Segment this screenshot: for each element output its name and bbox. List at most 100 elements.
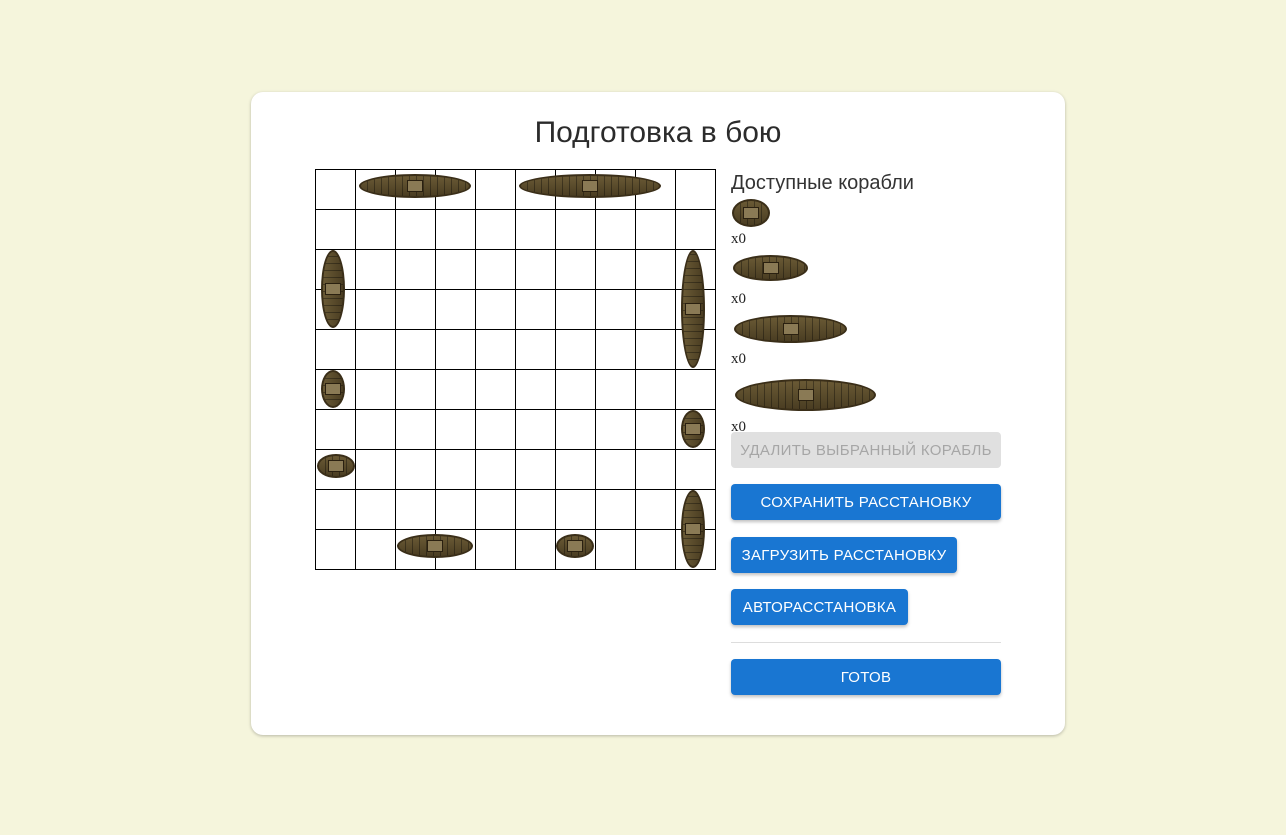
board-cell[interactable] [474,328,516,370]
board-cell[interactable] [354,408,396,450]
board-cell[interactable] [514,368,556,410]
board-cell[interactable] [474,488,516,530]
board-cell[interactable] [314,528,356,570]
board-cell[interactable] [674,168,716,210]
board-cell[interactable] [434,208,476,250]
board-cell[interactable] [634,248,676,290]
board-cell[interactable] [474,528,516,570]
placed-ship[interactable] [681,250,705,368]
board-cell[interactable] [634,288,676,330]
placed-ship[interactable] [556,534,594,558]
board-cell[interactable] [434,328,476,370]
available-ship-size-1[interactable]: x0 [731,199,1001,247]
board-cell[interactable] [514,448,556,490]
board-cell[interactable] [474,288,516,330]
board-cell[interactable] [434,248,476,290]
available-ship-size-4[interactable]: x0 [731,375,1001,435]
placed-ship[interactable] [519,174,661,198]
board-cell[interactable] [514,408,556,450]
board-cell[interactable] [314,408,356,450]
load-placement-button[interactable]: ЗАГРУЗИТЬ РАССТАНОВКУ [731,537,957,573]
board-cell[interactable] [314,328,356,370]
board-cell[interactable] [634,448,676,490]
board-cell[interactable] [634,408,676,450]
auto-placement-button[interactable]: АВТОРАССТАНОВКА [731,589,908,625]
board-cell[interactable] [394,408,436,450]
board-cell[interactable] [474,448,516,490]
board-cell[interactable] [354,368,396,410]
board-cell[interactable] [594,488,636,530]
board-cell[interactable] [594,288,636,330]
placed-ship[interactable] [681,490,705,568]
board-cell[interactable] [434,488,476,530]
placed-ship[interactable] [681,410,705,448]
board-cell[interactable] [634,528,676,570]
board-cell[interactable] [394,288,436,330]
board-cell[interactable] [474,168,516,210]
board-cell[interactable] [674,368,716,410]
board-cell[interactable] [554,408,596,450]
game-board[interactable] [314,168,716,570]
ready-button[interactable]: ГОТОВ [731,659,1001,695]
delete-selected-ship-button[interactable]: УДАЛИТЬ ВЫБРАННЫЙ КОРАБЛЬ [731,432,1001,468]
board-cell[interactable] [554,448,596,490]
board-cell[interactable] [394,208,436,250]
board-cell[interactable] [354,528,396,570]
board-cell[interactable] [354,248,396,290]
board-cell[interactable] [594,528,636,570]
board-cell[interactable] [354,208,396,250]
board-cell[interactable] [634,328,676,370]
board-cell[interactable] [434,368,476,410]
save-placement-button[interactable]: СОХРАНИТЬ РАССТАНОВКУ [731,484,1001,520]
placed-ship[interactable] [359,174,471,198]
board-cell[interactable] [554,288,596,330]
available-ship-size-2[interactable]: x0 [731,255,1001,307]
board-cell[interactable] [594,368,636,410]
board-cell[interactable] [634,208,676,250]
board-cell[interactable] [434,448,476,490]
board-cell[interactable] [394,448,436,490]
board-cell[interactable] [354,328,396,370]
available-ship-size-3[interactable]: x0 [731,315,1001,367]
board-cell[interactable] [354,488,396,530]
board-cell[interactable] [594,408,636,450]
board-cell[interactable] [594,208,636,250]
board-cell[interactable] [514,528,556,570]
board-cell[interactable] [394,328,436,370]
board-cell[interactable] [554,488,596,530]
board-cell[interactable] [554,328,596,370]
board-cell[interactable] [554,208,596,250]
board-cell[interactable] [474,248,516,290]
board-cell[interactable] [514,328,556,370]
board-cell[interactable] [594,248,636,290]
board-cell[interactable] [394,488,436,530]
board-cell[interactable] [474,368,516,410]
board-cell[interactable] [354,448,396,490]
board-cell[interactable] [634,488,676,530]
placed-ship[interactable] [397,534,473,558]
board-cell[interactable] [474,408,516,450]
board-cell[interactable] [514,288,556,330]
placed-ship[interactable] [321,370,345,408]
board-cell[interactable] [314,168,356,210]
board-cell[interactable] [634,368,676,410]
board-cell[interactable] [514,208,556,250]
board-cell[interactable] [594,328,636,370]
board-cell[interactable] [594,448,636,490]
board-cell[interactable] [354,288,396,330]
board-cell[interactable] [514,488,556,530]
board-cell[interactable] [434,288,476,330]
board-cell[interactable] [434,408,476,450]
board-cell[interactable] [314,488,356,530]
placed-ship[interactable] [321,250,345,328]
board-cell[interactable] [674,448,716,490]
board-cell[interactable] [474,208,516,250]
board-cell[interactable] [674,208,716,250]
board-cell[interactable] [554,248,596,290]
board-cell[interactable] [514,248,556,290]
board-cell[interactable] [394,248,436,290]
board-cell[interactable] [394,368,436,410]
board-cell[interactable] [314,208,356,250]
board-cell[interactable] [554,368,596,410]
placed-ship[interactable] [317,454,355,478]
